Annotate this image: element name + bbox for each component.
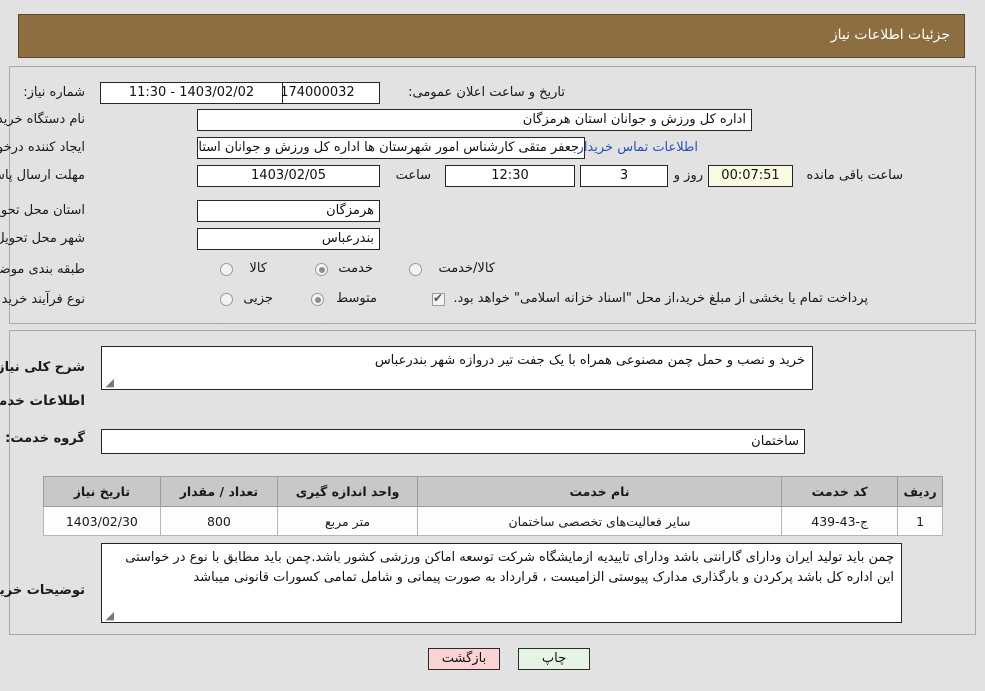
- radio-category-kala-label: کالا: [249, 261, 267, 276]
- resize-grip-icon[interactable]: ◢: [104, 377, 114, 388]
- print-button[interactable]: چاپ: [518, 648, 590, 670]
- table-row[interactable]: 1 ج-43-439 سایر فعالیت‌های تخصصی ساختمان…: [43, 506, 943, 536]
- need-description-value: خرید و نصب و حمل چمن مصنوعی همراه با یک …: [374, 353, 805, 368]
- services-table: ردیف کد خدمت نام خدمت واحد اندازه گیری ت…: [43, 476, 943, 536]
- radio-process-jozei-label: جزیی: [243, 291, 273, 306]
- back-button[interactable]: بازگشت: [428, 648, 500, 670]
- th-service-code: کد خدمت: [781, 476, 899, 507]
- service-group-value[interactable]: ساختمان: [101, 429, 805, 454]
- cell-need-date: 1403/02/30: [43, 506, 161, 536]
- response-deadline-label: مهلت ارسال پاسخ: تا تاریخ:: [0, 168, 85, 183]
- subject-category-label: طبقه بندی موضوعی:: [0, 262, 85, 277]
- buyer-notes-label: توضیحات خریدار:: [0, 583, 85, 598]
- deadline-days-value[interactable]: 3: [580, 165, 668, 187]
- th-service-name: نام خدمت: [416, 476, 783, 507]
- table-header-row: ردیف کد خدمت نام خدمت واحد اندازه گیری ت…: [43, 476, 943, 507]
- page-title: جزئیات اطلاعات نیاز: [830, 27, 950, 43]
- radio-category-kala-khedmat[interactable]: [409, 263, 422, 276]
- treasury-docs-note: پرداخت تمام یا بخشی از مبلغ خرید،از محل …: [453, 291, 868, 306]
- radio-process-jozei[interactable]: [220, 293, 233, 306]
- resize-grip-icon[interactable]: ◢: [104, 610, 114, 621]
- cell-service-name: سایر فعالیت‌های تخصصی ساختمان: [416, 506, 783, 536]
- cell-service-code: ج-43-439: [781, 506, 899, 536]
- announce-datetime-value[interactable]: 1403/02/02 - 11:30: [100, 82, 283, 104]
- request-creator-value[interactable]: جعفر متقی کارشناس امور شهرستان ها اداره …: [197, 137, 585, 159]
- radio-category-kala-khedmat-label: کالا/خدمت: [438, 261, 495, 276]
- buyer-org-value[interactable]: اداره کل ورزش و جوانان استان هرمزگان: [197, 109, 752, 131]
- announce-datetime-label: تاریخ و ساعت اعلان عمومی:: [408, 85, 565, 100]
- cell-quantity: 800: [159, 506, 279, 536]
- radio-category-khedmat[interactable]: [315, 263, 328, 276]
- delivery-province-label: استان محل تحویل:: [0, 203, 85, 218]
- th-row-no: ردیف: [897, 476, 943, 507]
- need-description-label: شرح کلی نیاز:: [0, 360, 85, 375]
- services-heading: اطلاعات خدمات مورد نیاز: [0, 393, 85, 409]
- cell-row-no: 1: [897, 506, 943, 536]
- radio-process-motevaset[interactable]: [311, 293, 324, 306]
- page-root: W AriaTender.net جزئیات اطلاعات نیاز شما…: [0, 0, 985, 691]
- deadline-time-label: ساعت: [395, 168, 431, 183]
- request-creator-label: ایجاد کننده درخواست:: [0, 140, 85, 155]
- page-title-bar: جزئیات اطلاعات نیاز: [18, 14, 965, 58]
- radio-category-kala[interactable]: [220, 263, 233, 276]
- service-group-label: گروه خدمت:: [5, 431, 85, 446]
- delivery-city-label: شهر محل تحویل:: [0, 231, 85, 246]
- need-description-textarea[interactable]: خرید و نصب و حمل چمن مصنوعی همراه با یک …: [101, 346, 813, 390]
- deadline-countdown-label: ساعت باقی مانده: [806, 168, 903, 183]
- deadline-date-value[interactable]: 1403/02/05: [197, 165, 380, 187]
- th-need-date: تاریخ نیاز: [43, 476, 161, 507]
- deadline-days-label: روز و: [673, 168, 703, 183]
- buyer-notes-textarea[interactable]: چمن باید تولید ایران ودارای گارانتی باشد…: [101, 543, 902, 623]
- radio-process-motevaset-label: متوسط: [336, 291, 377, 306]
- delivery-city-value[interactable]: بندرعباس: [197, 228, 380, 250]
- th-unit: واحد اندازه گیری: [277, 476, 418, 507]
- deadline-countdown-value: 00:07:51: [708, 165, 793, 187]
- buyer-notes-value: چمن باید تولید ایران ودارای گارانتی باشد…: [125, 550, 894, 585]
- delivery-province-value[interactable]: هرمزگان: [197, 200, 380, 222]
- radio-category-khedmat-label: خدمت: [338, 261, 373, 276]
- cell-unit: متر مربع: [277, 506, 418, 536]
- deadline-time-value[interactable]: 12:30: [445, 165, 575, 187]
- buyer-contact-link[interactable]: اطلاعات تماس خریدار: [578, 140, 698, 155]
- need-number-label: شماره نیاز:: [23, 85, 85, 100]
- buyer-org-label: نام دستگاه خریدار:: [0, 112, 85, 127]
- purchase-process-label: نوع فرآیند خرید :: [0, 292, 85, 307]
- need-info-panel: [9, 66, 976, 324]
- th-quantity: تعداد / مقدار: [159, 476, 279, 507]
- treasury-docs-checkbox[interactable]: [432, 290, 445, 306]
